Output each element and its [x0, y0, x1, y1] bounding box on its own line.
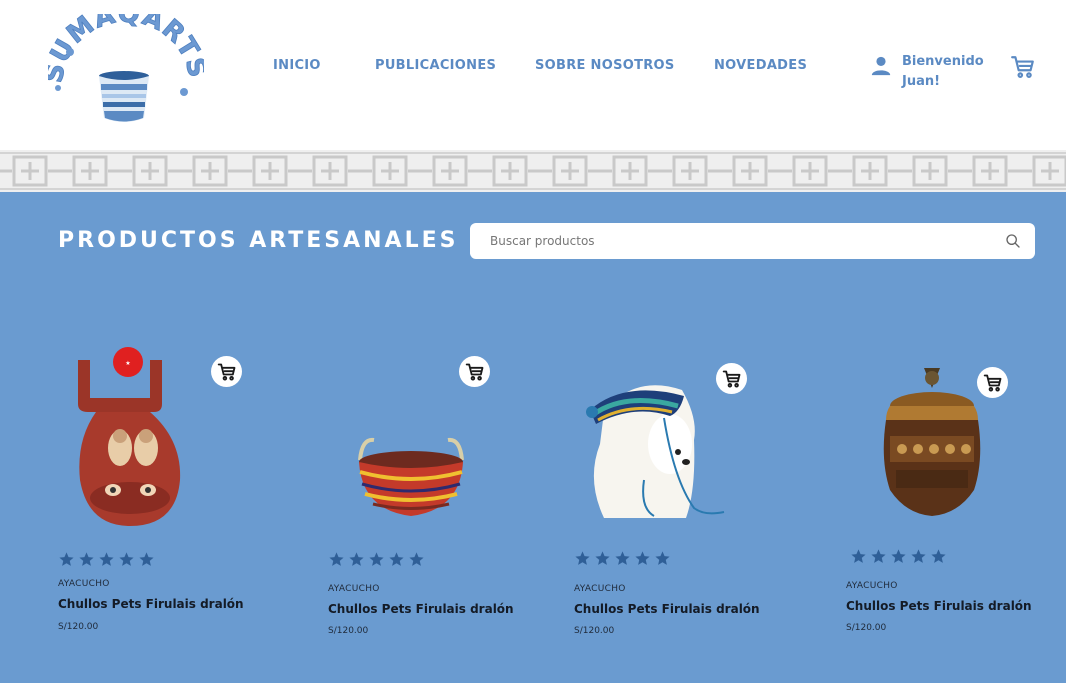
star-icon: [851, 549, 866, 563]
user-greeting: Bienvenido Juan!: [902, 54, 984, 89]
rating-stars: [850, 548, 947, 565]
product-card[interactable]: AYACUCHO Chullos Pets Firulais dralón S/…: [574, 340, 804, 660]
add-to-cart-button[interactable]: [977, 367, 1008, 398]
star-icon: [635, 551, 650, 565]
search-icon[interactable]: [1005, 233, 1021, 249]
add-to-cart-icon: [217, 363, 235, 380]
search-bar[interactable]: [470, 223, 1035, 259]
star-icon: [595, 551, 610, 565]
product-region: AYACUCHO: [58, 579, 110, 589]
product-price: S/120.00: [328, 626, 369, 636]
product-price: S/120.00: [574, 626, 615, 636]
product-card[interactable]: ★ AYACUCHO Chullos Pets Firulais dralón …: [58, 340, 288, 660]
page-title: PRODUCTOS ARTESANALES: [58, 228, 459, 253]
search-input[interactable]: [490, 234, 1005, 248]
nav-novedades[interactable]: NOVEDADES: [714, 58, 807, 73]
add-to-cart-icon: [983, 374, 1001, 391]
star-icon: [59, 552, 74, 566]
product-card[interactable]: AYACUCHO Chullos Pets Firulais dralón S/…: [846, 340, 1066, 660]
star-icon: [99, 552, 114, 566]
product-image[interactable]: [846, 340, 1066, 530]
star-icon: [139, 552, 154, 566]
nav-publicaciones[interactable]: PUBLICACIONES: [375, 58, 496, 73]
star-icon: [931, 549, 946, 563]
nav-sobre-nosotros[interactable]: SOBRE NOSOTROS: [535, 58, 675, 73]
rating-stars: [58, 551, 155, 568]
star-icon: [871, 549, 886, 563]
product-card[interactable]: AYACUCHO Chullos Pets Firulais dralón S/…: [328, 340, 558, 660]
decorative-pattern-band: [0, 150, 1066, 192]
user-icon: [871, 56, 891, 76]
product-image[interactable]: [574, 340, 804, 530]
star-icon: [329, 552, 344, 566]
product-region: AYACUCHO: [846, 581, 898, 591]
add-to-cart-button[interactable]: [459, 356, 490, 387]
product-name[interactable]: Chullos Pets Firulais dralón: [574, 602, 760, 616]
add-to-cart-icon: [465, 363, 483, 380]
nav-inicio[interactable]: INICIO: [273, 58, 321, 73]
product-region: AYACUCHO: [328, 584, 380, 594]
add-to-cart-icon: [722, 370, 740, 387]
star-icon: [655, 551, 670, 565]
rating-stars: [328, 551, 425, 568]
star-icon: [119, 552, 134, 566]
star-icon: [615, 551, 630, 565]
star-icon: [891, 549, 906, 563]
star-icon: [369, 552, 384, 566]
product-price: S/120.00: [58, 622, 99, 632]
star-icon: [349, 552, 364, 566]
user-account[interactable]: Bienvenido Juan!: [870, 52, 986, 92]
product-name[interactable]: Chullos Pets Firulais dralón: [328, 602, 514, 616]
add-to-cart-button[interactable]: [716, 363, 747, 394]
product-image[interactable]: [328, 340, 558, 530]
add-to-cart-button[interactable]: [211, 356, 242, 387]
star-icon: [389, 552, 404, 566]
sumaqarts-logo[interactable]: SUMAQARTS: [48, 14, 204, 132]
rating-stars: [574, 550, 671, 567]
star-icon: [575, 551, 590, 565]
product-price: S/120.00: [846, 623, 887, 633]
site-header: SUMAQARTS INICIO PUBLICACIONES SOBRE NOS…: [0, 0, 1066, 150]
product-image[interactable]: ★: [58, 340, 288, 530]
product-name[interactable]: Chullos Pets Firulais dralón: [846, 599, 1032, 613]
product-region: AYACUCHO: [574, 584, 626, 594]
product-name[interactable]: Chullos Pets Firulais dralón: [58, 597, 244, 611]
svg-text:★: ★: [125, 360, 130, 367]
cart-icon[interactable]: [1010, 54, 1036, 80]
star-icon: [911, 549, 926, 563]
star-icon: [79, 552, 94, 566]
star-icon: [409, 552, 424, 566]
